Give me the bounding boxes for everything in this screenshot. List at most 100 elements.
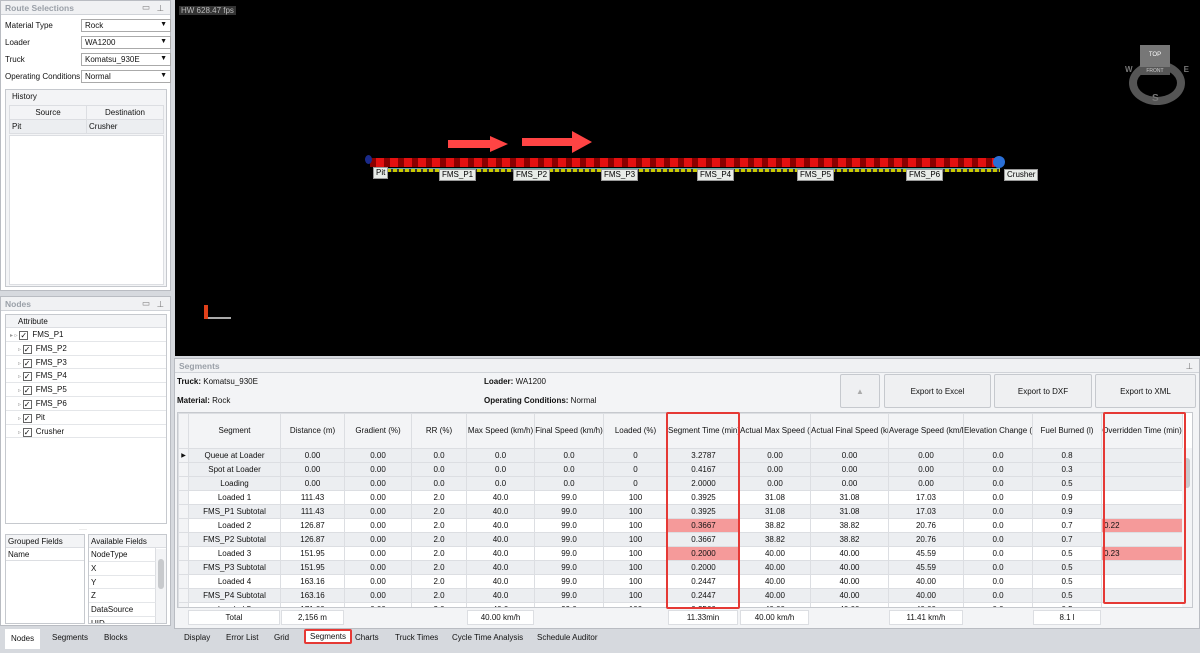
available-field-item[interactable]: DataSource	[89, 603, 156, 617]
cell[interactable]: 40.0	[466, 560, 535, 575]
cell[interactable]: 151.95	[280, 560, 345, 575]
column-header[interactable]: Average Speed (km/h)	[888, 413, 964, 449]
pin-icon[interactable]: ⊥	[1186, 361, 1193, 372]
cell[interactable]: 40.00	[810, 588, 889, 603]
cell[interactable]: 99.0	[534, 546, 604, 561]
node-tree-item[interactable]: ▹ ✓ FMS_P5	[6, 383, 166, 397]
cell[interactable]: 40.00	[810, 560, 889, 575]
cell[interactable]: 100	[603, 504, 668, 519]
pit-node-icon[interactable]	[365, 155, 372, 164]
cell[interactable]: Loaded 2	[188, 518, 281, 533]
column-header[interactable]: Distance (m)	[280, 413, 345, 449]
cell[interactable]: 151.95	[280, 546, 345, 561]
cell[interactable]: 111.43	[280, 504, 345, 519]
cell[interactable]: 99.0	[534, 490, 604, 505]
cell[interactable]: 171.00	[280, 602, 345, 607]
cell[interactable]: 0.3	[1032, 462, 1102, 477]
cell[interactable]: 99.0	[534, 574, 604, 589]
cell[interactable]: 38.82	[810, 518, 889, 533]
cell[interactable]: 40.0	[466, 602, 535, 607]
column-header[interactable]: Fuel Burned (l)	[1032, 413, 1102, 449]
node-label[interactable]: FMS_P5	[797, 169, 835, 181]
cell[interactable]: 99.0	[534, 518, 604, 533]
cell[interactable]: Queue at Loader	[188, 448, 281, 463]
splitter-handle[interactable]: ····	[79, 527, 87, 533]
cell[interactable]: 0.7	[1032, 532, 1102, 547]
cell[interactable]: 99.0	[534, 588, 604, 603]
route-haul-road[interactable]	[370, 158, 995, 167]
cell[interactable]: 2.0	[411, 504, 467, 519]
cell[interactable]: 2.0	[411, 560, 467, 575]
cell[interactable]: 100	[603, 588, 668, 603]
3d-viewport[interactable]: HW 628.47 fps TOP FRONT W E S Pit FMS_P1 F…	[175, 0, 1200, 356]
row-indicator[interactable]	[178, 532, 189, 547]
cell[interactable]: 2.0	[411, 532, 467, 547]
cell[interactable]: 0.00	[344, 560, 412, 575]
cell[interactable]: 2.0	[411, 490, 467, 505]
node-tree-item[interactable]: ▹ ✓ FMS_P3	[6, 356, 166, 370]
checkbox[interactable]: ✓	[22, 413, 32, 423]
export-dxf-button[interactable]: Export to DXF	[994, 374, 1092, 408]
cell[interactable]: 0.0	[963, 588, 1033, 603]
cell[interactable]: Loaded 3	[188, 546, 281, 561]
cell[interactable]: 163.16	[280, 588, 345, 603]
cell[interactable]: Loaded 4	[188, 574, 281, 589]
cell[interactable]: 0.0	[963, 546, 1033, 561]
cell[interactable]: 0.0	[534, 476, 604, 491]
pin-icon[interactable]: ⊥	[157, 3, 164, 14]
row-indicator-icon[interactable]: ▶	[178, 448, 189, 463]
cell[interactable]: 0	[603, 462, 668, 477]
column-header[interactable]: Final Speed (km/h)	[534, 413, 604, 449]
move-up-button[interactable]: ▲	[840, 374, 880, 408]
cell[interactable]: 0.5	[1032, 560, 1102, 575]
cell[interactable]: 100	[603, 560, 668, 575]
cell[interactable]: 0.8	[1032, 448, 1102, 463]
cell[interactable]: 40.0	[466, 504, 535, 519]
cell[interactable]: 0.0	[411, 462, 467, 477]
pin-icon[interactable]: ⊥	[157, 299, 164, 310]
cell[interactable]: 0.00	[344, 588, 412, 603]
checkbox[interactable]: ✓	[22, 344, 32, 354]
cell[interactable]: 20.76	[888, 532, 964, 547]
cell[interactable]: 17.03	[888, 490, 964, 505]
cell[interactable]: 0.7	[1032, 518, 1102, 533]
cell[interactable]: 0.0	[411, 448, 467, 463]
expand-icon[interactable]: ▸ ▹	[10, 333, 19, 339]
available-field-item[interactable]: UID	[89, 616, 156, 623]
node-label[interactable]: FMS_P2	[513, 169, 551, 181]
cell[interactable]: 0.00	[739, 448, 811, 463]
cell[interactable]: 0.00	[344, 504, 412, 519]
cell[interactable]: 0	[603, 476, 668, 491]
export-excel-button[interactable]: Export to Excel	[884, 374, 991, 408]
cell[interactable]: 2.0	[411, 546, 467, 561]
cell[interactable]: 100	[603, 602, 668, 607]
crusher-node-icon[interactable]	[993, 156, 1005, 168]
cell[interactable]: 126.87	[280, 532, 345, 547]
maximize-icon[interactable]: ▭	[142, 298, 150, 309]
row-indicator[interactable]	[178, 560, 189, 575]
node-label[interactable]: FMS_P4	[697, 169, 735, 181]
available-field-item[interactable]: Z	[89, 589, 156, 604]
cell[interactable]: 40.0	[466, 588, 535, 603]
material-type-select[interactable]: Rock ▼	[81, 19, 171, 32]
bottom-tab-segments[interactable]: Segments	[304, 629, 353, 644]
cell[interactable]: 2.0	[411, 518, 467, 533]
cell[interactable]: 99.0	[534, 602, 604, 607]
row-indicator[interactable]	[178, 546, 189, 561]
cell[interactable]: 40.0	[466, 518, 535, 533]
bottom-tab-display[interactable]: Display	[184, 633, 210, 642]
cell[interactable]: Loading	[188, 476, 281, 491]
cell[interactable]: 40.0	[466, 490, 535, 505]
bottom-tab-grid[interactable]: Grid	[274, 633, 289, 642]
cell[interactable]: Loaded 5	[188, 602, 281, 607]
cell[interactable]: 0.0	[466, 476, 535, 491]
cell[interactable]: 0.5	[1032, 574, 1102, 589]
cell[interactable]: 0.0	[466, 462, 535, 477]
cell[interactable]: 0.0	[963, 448, 1033, 463]
column-header[interactable]: Max Speed (km/h)	[466, 413, 535, 449]
cell[interactable]: 100	[603, 574, 668, 589]
bottom-tab-schedule-auditor[interactable]: Schedule Auditor	[537, 633, 598, 642]
column-header[interactable]: Loaded (%)	[603, 413, 668, 449]
cell[interactable]: 0.0	[534, 448, 604, 463]
row-indicator[interactable]	[178, 518, 189, 533]
